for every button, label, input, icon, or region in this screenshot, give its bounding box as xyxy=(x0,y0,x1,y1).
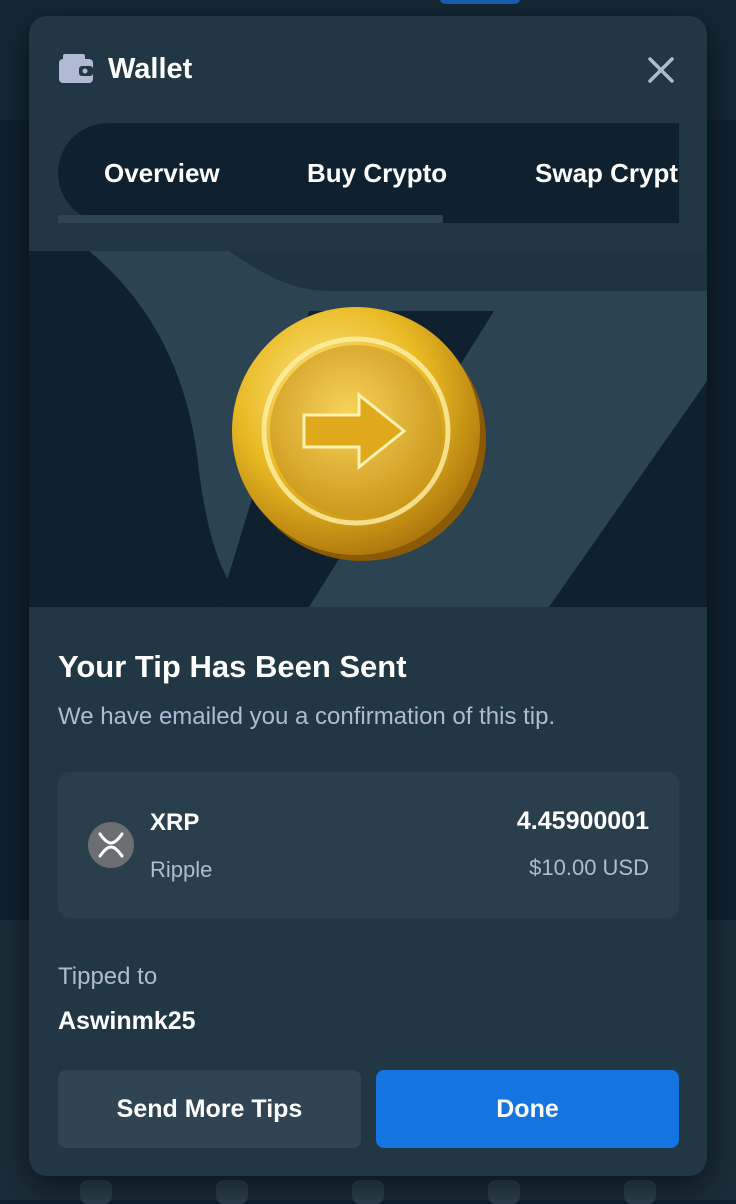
tab-overview[interactable]: Overview xyxy=(104,151,220,195)
modal-title: Wallet xyxy=(108,53,193,85)
nav-icon xyxy=(624,1180,656,1204)
done-button[interactable]: Done xyxy=(376,1070,679,1148)
close-icon[interactable] xyxy=(641,50,681,90)
confirmation-subtitle: We have emailed you a confirmation of th… xyxy=(58,703,556,730)
send-more-tips-button[interactable]: Send More Tips xyxy=(58,1070,361,1148)
tab-buy-crypto[interactable]: Buy Crypto xyxy=(307,151,447,195)
tab-bar: Overview Buy Crypto Swap Crypto xyxy=(58,123,679,223)
usd-value: $10.00 USD xyxy=(529,855,649,880)
tab-strip: Overview Buy Crypto Swap Crypto xyxy=(58,123,679,223)
recipient-username: Aswinmk25 xyxy=(58,1007,196,1035)
confirmation-title: Your Tip Has Been Sent xyxy=(58,649,407,684)
nav-icon xyxy=(488,1180,520,1204)
coin-name: Ripple xyxy=(150,857,213,882)
tab-scroll-indicator[interactable] xyxy=(58,215,443,223)
wallet-icon xyxy=(59,54,93,83)
recipient-label: Tipped to xyxy=(58,963,158,990)
nav-icon xyxy=(216,1180,248,1204)
wallet-modal: Wallet Overview Buy Crypto Swap Crypto Y… xyxy=(29,16,707,1176)
coin-symbol: XRP xyxy=(150,809,200,836)
crypto-amount: 4.45900001 xyxy=(516,807,649,835)
xrp-icon xyxy=(88,822,134,868)
hero-banner xyxy=(29,251,707,607)
nav-icon xyxy=(352,1180,384,1204)
modal-header: Wallet xyxy=(29,16,707,120)
gold-coin-arrow-icon xyxy=(232,307,486,561)
nav-icon xyxy=(80,1180,112,1204)
background-button xyxy=(440,0,520,4)
tab-swap-crypto[interactable]: Swap Crypto xyxy=(535,151,679,195)
transaction-card: XRP Ripple 4.45900001 $10.00 USD xyxy=(58,772,679,918)
